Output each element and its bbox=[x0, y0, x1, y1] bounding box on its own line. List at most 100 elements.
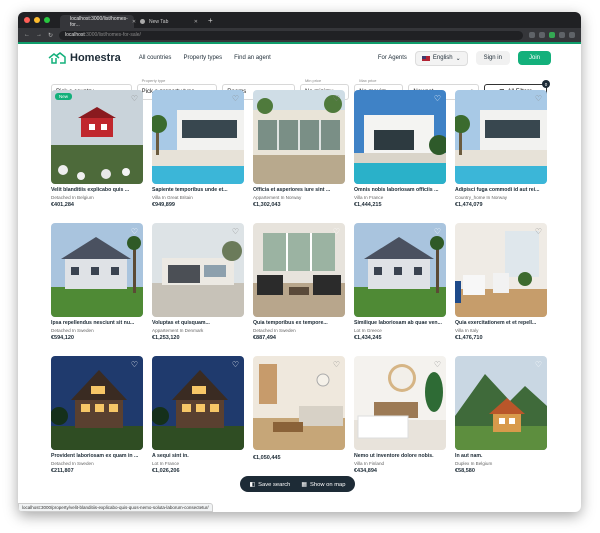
listing-card[interactable]: New ♡ Velit blanditiis explicabo quis ... D… bbox=[51, 90, 143, 223]
favorite-heart-icon[interactable]: ♡ bbox=[231, 360, 240, 369]
listing-title[interactable]: Omnis nobis laboriosam officiis ... bbox=[354, 187, 446, 193]
listing-price: €1,444,215 bbox=[354, 202, 382, 208]
listing-card[interactable]: ♡ Omnis nobis laboriosam officiis ... Vill… bbox=[354, 90, 446, 223]
map-icon: ▦ bbox=[301, 481, 308, 488]
listing-title[interactable]: Quia temporibus ex tempore... bbox=[253, 320, 345, 326]
listing-photo[interactable]: ♡ bbox=[152, 223, 244, 317]
listing-title[interactable]: Nemo ut inventore dolore nobis. bbox=[354, 453, 446, 459]
listing-title[interactable]: Adipisci fuga commodi id aut rei... bbox=[455, 187, 547, 193]
listing-photo[interactable]: ♡ bbox=[455, 356, 547, 450]
listing-card[interactable]: ♡ Provident laboriosam ex quam in ... Deta… bbox=[51, 356, 143, 489]
listing-photo[interactable]: ♡ bbox=[253, 223, 345, 317]
listing-photo[interactable]: ♡ bbox=[51, 223, 143, 317]
browser-tab-newtab[interactable]: New Tab ✕ bbox=[134, 15, 204, 28]
reload-icon[interactable]: ↻ bbox=[48, 32, 53, 39]
show-on-map-button[interactable]: ▦ Show on map bbox=[301, 481, 345, 488]
property-type-caption: Property type bbox=[141, 78, 166, 83]
listing-card[interactable]: ♡ Adipisci fuga commodi id aut rei... Coun… bbox=[455, 90, 547, 223]
nav-all-countries[interactable]: All countries bbox=[139, 55, 172, 61]
listing-type-location: Country_home In Norway bbox=[455, 195, 508, 200]
favorite-heart-icon[interactable]: ♡ bbox=[130, 94, 139, 103]
brand-logo[interactable]: Homestra bbox=[48, 52, 121, 64]
listing-photo[interactable]: ♡ bbox=[354, 356, 446, 450]
listing-type-location: Lot In France bbox=[152, 461, 180, 466]
favorite-heart-icon[interactable]: ♡ bbox=[433, 360, 442, 369]
nav-find-agent[interactable]: Find an agent bbox=[234, 55, 271, 61]
listing-title[interactable]: Velit blanditiis explicabo quis ... bbox=[51, 187, 143, 193]
favorite-heart-icon[interactable]: ♡ bbox=[534, 94, 543, 103]
favorite-heart-icon[interactable]: ♡ bbox=[231, 94, 240, 103]
listing-photo[interactable]: ♡ bbox=[152, 90, 244, 184]
favorite-heart-icon[interactable]: ♡ bbox=[130, 360, 139, 369]
listing-price: €1,476,710 bbox=[455, 335, 483, 341]
listing-photo[interactable]: ♡ bbox=[455, 90, 547, 184]
extension-icon[interactable] bbox=[559, 32, 565, 38]
extension-icon[interactable] bbox=[529, 32, 535, 38]
listing-card[interactable]: ♡ Officia et asperiores iure sint ... Appa… bbox=[253, 90, 345, 223]
extension-icon[interactable] bbox=[539, 32, 545, 38]
join-button[interactable]: Join bbox=[517, 51, 551, 65]
property-photo bbox=[253, 356, 345, 450]
site-header: Homestra All countries Property types Fi… bbox=[18, 42, 581, 72]
nav-property-types[interactable]: Property types bbox=[183, 55, 222, 61]
listing-card[interactable]: ♡ A sequi sint in. Lot In France €1,026,206 bbox=[152, 356, 244, 489]
listing-title[interactable]: Ipsa repellendus nesciunt sit nu... bbox=[51, 320, 143, 326]
listing-photo[interactable]: ♡ bbox=[455, 223, 547, 317]
favorite-heart-icon[interactable]: ♡ bbox=[534, 227, 543, 236]
listing-card[interactable]: ♡ Ipsa repellendus nesciunt sit nu... Deta… bbox=[51, 223, 143, 356]
listing-card[interactable]: ♡ In aut nam. Duplex In Belgium €58,580 bbox=[455, 356, 547, 489]
listing-photo[interactable]: ♡ bbox=[354, 223, 446, 317]
favorite-heart-icon[interactable]: ♡ bbox=[534, 360, 543, 369]
listing-price: €594,120 bbox=[51, 335, 74, 341]
close-window-icon[interactable] bbox=[24, 17, 30, 23]
favorite-heart-icon[interactable]: ♡ bbox=[332, 227, 341, 236]
listing-title[interactable]: Similique laboriosam ab quae ven... bbox=[354, 320, 446, 326]
property-photo bbox=[152, 356, 244, 450]
forward-icon[interactable]: → bbox=[36, 32, 42, 38]
listing-type-location: Detached In Belgium bbox=[51, 195, 94, 200]
listing-card[interactable]: ♡ Quia exercitationem et et repell... Vill… bbox=[455, 223, 547, 356]
save-search-button[interactable]: ◧ Save search bbox=[249, 481, 290, 488]
language-select[interactable]: English ⌄ bbox=[414, 50, 468, 66]
listing-title[interactable]: Sapiente temporibus unde et... bbox=[152, 187, 244, 193]
close-tab-icon[interactable]: ✕ bbox=[194, 19, 198, 25]
favorite-heart-icon[interactable]: ♡ bbox=[130, 227, 139, 236]
listing-title[interactable]: A sequi sint in. bbox=[152, 453, 244, 459]
sign-in-button[interactable]: Sign in bbox=[475, 51, 510, 65]
favorite-heart-icon[interactable]: ♡ bbox=[332, 360, 341, 369]
listing-photo[interactable]: ♡ bbox=[51, 356, 143, 450]
browser-tab-active[interactable]: localhost:3000/list/homes-for... ✕ bbox=[60, 15, 136, 28]
favorite-heart-icon[interactable]: ♡ bbox=[231, 227, 240, 236]
url-input[interactable]: localhost:3000/list/homes-for-sale/ bbox=[59, 30, 523, 40]
listing-type-location: Villa In Finland bbox=[354, 461, 385, 466]
favorite-heart-icon[interactable]: ♡ bbox=[332, 94, 341, 103]
extension-icon[interactable] bbox=[549, 32, 555, 38]
listing-card[interactable]: ♡ Quia temporibus ex tempore... Detached I… bbox=[253, 223, 345, 356]
listing-card[interactable]: ♡ Similique laboriosam ab quae ven... Lot … bbox=[354, 223, 446, 356]
listing-price: €211,807 bbox=[51, 468, 74, 474]
listing-card[interactable]: ♡ Voluptas et quisquam... Appartement In D… bbox=[152, 223, 244, 356]
listing-title[interactable]: Provident laboriosam ex quam in ... bbox=[51, 453, 143, 459]
listing-title[interactable]: In aut nam. bbox=[455, 453, 547, 459]
new-tab-icon[interactable]: + bbox=[208, 16, 213, 25]
listing-photo[interactable]: ♡ bbox=[152, 356, 244, 450]
listing-photo[interactable]: New ♡ bbox=[51, 90, 143, 184]
listing-title[interactable]: Officia et asperiores iure sint ... bbox=[253, 187, 345, 193]
listing-photo[interactable]: ♡ bbox=[253, 90, 345, 184]
listing-card[interactable]: ♡ Nemo ut inventore dolore nobis. Villa In… bbox=[354, 356, 446, 489]
listing-title[interactable]: Voluptas et quisquam... bbox=[152, 320, 244, 326]
listing-photo[interactable]: ♡ bbox=[253, 356, 345, 450]
favorite-heart-icon[interactable]: ♡ bbox=[433, 227, 442, 236]
listing-card[interactable]: ♡ Sapiente temporibus unde et... Villa In … bbox=[152, 90, 244, 223]
for-agents-link[interactable]: For Agents bbox=[378, 55, 407, 61]
listing-title[interactable]: Quia exercitationem et et repell... bbox=[455, 320, 547, 326]
profile-icon[interactable] bbox=[569, 32, 575, 38]
property-photo bbox=[455, 223, 547, 317]
maximize-window-icon[interactable] bbox=[44, 17, 50, 23]
listing-photo[interactable]: ♡ bbox=[354, 90, 446, 184]
minimize-window-icon[interactable] bbox=[34, 17, 40, 23]
favorite-heart-icon[interactable]: ♡ bbox=[433, 94, 442, 103]
back-icon[interactable]: ← bbox=[24, 32, 30, 38]
filter-count-badge: 0 bbox=[542, 80, 550, 88]
listing-card[interactable]: ♡ €1,050,445 bbox=[253, 356, 345, 489]
